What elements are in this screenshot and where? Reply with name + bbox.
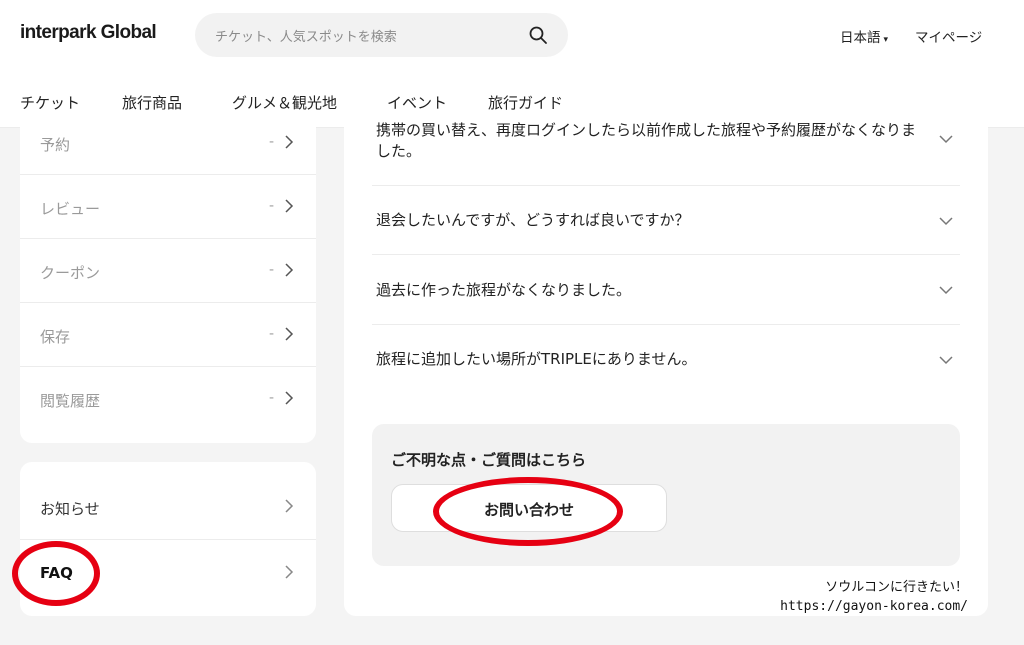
- sidebar-item-notices[interactable]: お知らせ: [20, 476, 316, 540]
- sidebar-item-history[interactable]: 閲覧履歴 -: [20, 368, 316, 432]
- language-selector[interactable]: 日本語 ▾: [840, 26, 888, 46]
- search-bar[interactable]: チケット、人気スポットを検索: [195, 13, 568, 57]
- chevron-right-icon: [285, 263, 294, 277]
- highlight-ring-faq: [12, 541, 100, 606]
- chevron-right-icon: [285, 499, 294, 513]
- chevron-down-icon: [939, 286, 953, 295]
- faq-question: 旅程に追加したい場所がTRIPLEにありません。: [376, 350, 697, 368]
- divider: [20, 238, 316, 239]
- sidebar-item-label: 保存: [40, 328, 71, 346]
- highlight-ring-contact: [433, 477, 623, 546]
- watermark: ソウルコンに行きたい！ https://gayon-korea.com/: [780, 578, 968, 616]
- divider: [20, 366, 316, 367]
- divider: [20, 539, 316, 540]
- count-value: -: [268, 262, 274, 278]
- activity-card: 予約 - レビュー - クーポン - 保存 - 閲覧履歴 -: [20, 110, 316, 443]
- sidebar-item-saved[interactable]: 保存 -: [20, 304, 316, 368]
- sidebar-item-label: お知らせ: [40, 500, 100, 518]
- sidebar-item-reservations[interactable]: 予約 -: [20, 112, 316, 176]
- contact-title: ご不明な点・ご質問はこちら: [391, 451, 587, 469]
- chevron-down-icon: [939, 356, 953, 365]
- sidebar-item-label: レビュー: [40, 200, 101, 218]
- search-input[interactable]: チケット、人気スポットを検索: [215, 26, 397, 45]
- caret-down-icon: ▾: [883, 35, 889, 45]
- sidebar-item-reviews[interactable]: レビュー -: [20, 176, 316, 240]
- chevron-right-icon: [285, 565, 294, 579]
- count-value: -: [268, 134, 274, 150]
- faq-item[interactable]: 退会したいんですが、どうすれば良いですか？: [372, 186, 960, 254]
- mypage-link[interactable]: マイページ: [915, 26, 982, 46]
- count-value: -: [268, 390, 274, 406]
- chevron-down-icon: [939, 217, 953, 226]
- divider: [20, 302, 316, 303]
- sidebar-item-label: 閲覧履歴: [40, 392, 101, 410]
- sidebar-item-label: 予約: [40, 136, 71, 154]
- faq-item[interactable]: 携帯の買い替え、再度ログインしたら以前作成した旅程や予約履歴がなくなりました。: [372, 110, 960, 186]
- count-value: -: [268, 326, 274, 342]
- watermark-line1: ソウルコンに行きたい！: [825, 580, 968, 595]
- sidebar-item-coupons[interactable]: クーポン -: [20, 240, 316, 304]
- faq-item[interactable]: 過去に作った旅程がなくなりました。: [372, 255, 960, 323]
- faq-question: 過去に作った旅程がなくなりました。: [376, 281, 632, 299]
- divider: [20, 174, 316, 175]
- chevron-right-icon: [285, 391, 294, 405]
- chevron-right-icon: [285, 199, 294, 213]
- faq-question: 退会したいんですが、どうすれば良いですか？: [376, 211, 690, 229]
- language-label: 日本語: [840, 30, 881, 46]
- chevron-right-icon: [285, 135, 294, 149]
- count-value: -: [268, 198, 274, 214]
- faq-question: 携帯の買い替え、再度ログインしたら以前作成した旅程や予約履歴がなくなりました。: [376, 121, 917, 160]
- faq-panel: 携帯の買い替え、再度ログインしたら以前作成した旅程や予約履歴がなくなりました。 …: [344, 110, 988, 616]
- logo[interactable]: interpark Global: [20, 22, 157, 44]
- faq-item[interactable]: 旅程に追加したい場所がTRIPLEにありません。: [372, 325, 960, 393]
- sidebar-item-label: クーポン: [40, 264, 101, 282]
- chevron-down-icon: [939, 135, 953, 144]
- chevron-right-icon: [285, 327, 294, 341]
- top-header: interpark Global チケット、人気スポットを検索 日本語 ▾ マイペ…: [0, 0, 1024, 128]
- watermark-url: https://gayon-korea.com/: [780, 599, 968, 614]
- search-icon[interactable]: [528, 25, 548, 45]
